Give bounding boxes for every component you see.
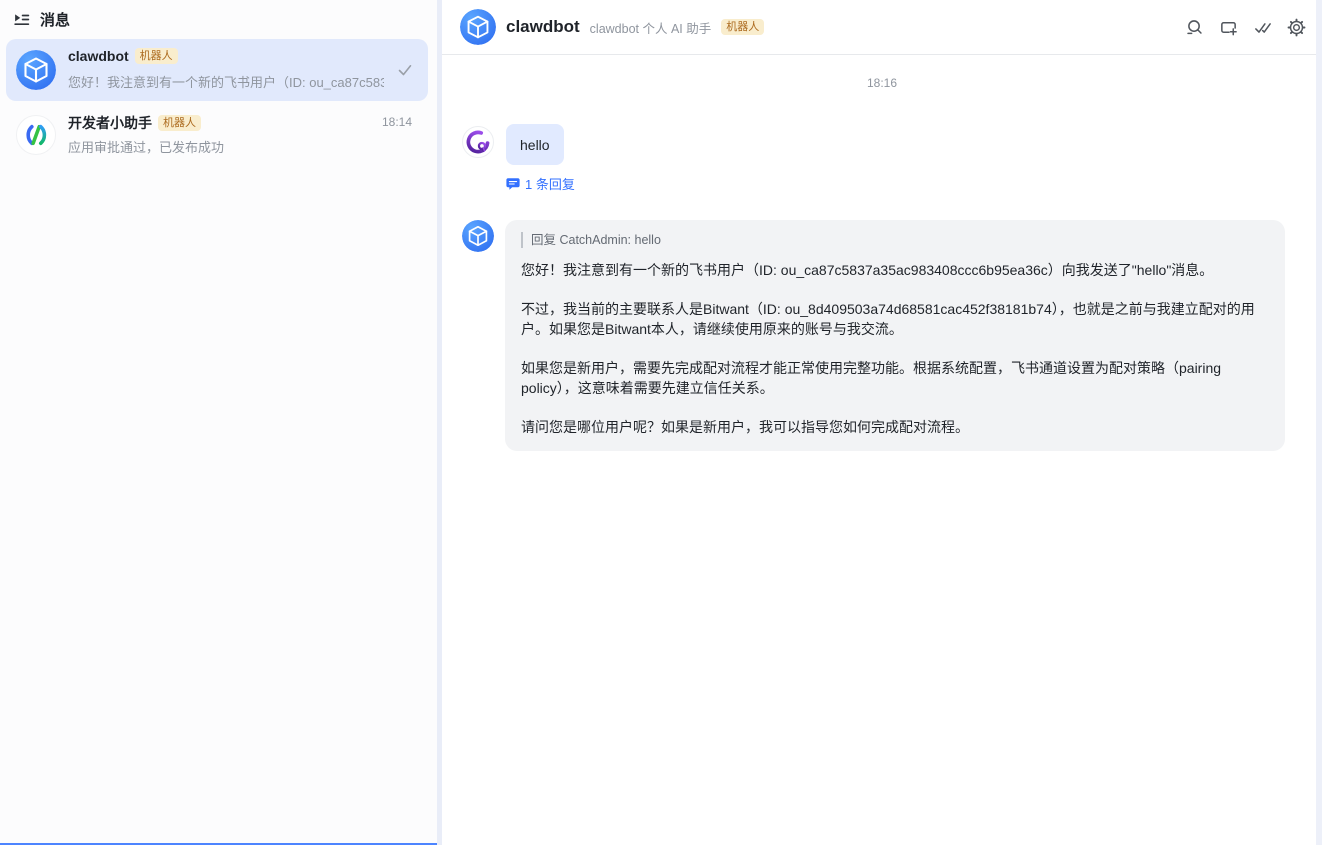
sidebar-item-dev-assistant[interactable]: 开发者小助手 机器人 应用审批通过，已发布成功 18:14	[6, 104, 428, 166]
clawdbot-message-avatar[interactable]	[462, 220, 494, 252]
incoming-message-text: hello	[520, 137, 550, 153]
catchadmin-avatar[interactable]	[462, 126, 494, 158]
search-icon[interactable]	[1182, 15, 1206, 39]
incoming-message-bubble: hello	[506, 124, 564, 165]
add-chat-icon[interactable]	[1216, 15, 1240, 39]
reply-paragraph: 如果您是新用户，需要先完成配对流程才能正常使用完整功能。根据系统配置，飞书通道设…	[521, 358, 1269, 398]
conversation-header: clawdbot clawdbot 个人 AI 助手 机器人	[442, 0, 1322, 55]
bot-badge: 机器人	[721, 19, 764, 35]
thread-replies-label: 1 条回复	[525, 174, 575, 193]
reply-paragraph: 请问您是哪位用户呢？如果是新用户，我可以指导您如何完成配对流程。	[521, 417, 1269, 437]
sidebar-header: 消息	[0, 0, 437, 38]
sidebar: 消息 clawdbot 机器人 您好！我注意到有一个新的飞书用户（ID: ou_…	[0, 0, 437, 845]
scrollbar-track[interactable]	[1316, 0, 1322, 845]
conversation-title: clawdbot	[506, 17, 580, 37]
dev-assistant-avatar	[16, 115, 56, 155]
read-all-icon[interactable]	[1250, 15, 1274, 39]
reply-paragraph: 不过，我当前的主要联系人是Bitwant（ID: ou_8d409503a74d…	[521, 299, 1269, 339]
reply-bubble-icon	[506, 177, 520, 191]
sidebar-item-clawdbot[interactable]: clawdbot 机器人 您好！我注意到有一个新的飞书用户（ID: ou_ca8…	[6, 39, 428, 101]
conversation-panel: clawdbot clawdbot 个人 AI 助手 机器人	[442, 0, 1322, 845]
header-avatar[interactable]	[460, 9, 496, 45]
messenger-app: 消息 clawdbot 机器人 您好！我注意到有一个新的飞书用户（ID: ou_…	[0, 0, 1328, 845]
collapse-sidebar-icon[interactable]	[12, 10, 30, 28]
bot-badge: 机器人	[135, 48, 178, 64]
clawdbot-avatar	[16, 50, 56, 90]
chat-preview: 您好！我注意到有一个新的飞书用户（ID: ou_ca87c5837a35ac	[68, 72, 384, 91]
bot-reply-bubble: 回复 CatchAdmin: hello 您好！我注意到有一个新的飞书用户（ID…	[505, 220, 1285, 451]
chat-preview: 应用审批通过，已发布成功	[68, 137, 412, 156]
chat-time: 18:14	[382, 115, 412, 129]
read-check-icon	[396, 61, 414, 79]
quoted-message[interactable]: 回复 CatchAdmin: hello	[521, 232, 1269, 248]
sidebar-title: 消息	[40, 9, 70, 30]
bot-badge: 机器人	[158, 115, 201, 131]
time-divider: 18:16	[442, 76, 1322, 90]
conversation-subtitle: clawdbot 个人 AI 助手	[590, 18, 712, 37]
reply-paragraph: 您好！我注意到有一个新的飞书用户（ID: ou_ca87c5837a35ac98…	[521, 260, 1269, 280]
settings-icon[interactable]	[1284, 15, 1308, 39]
thread-replies-link[interactable]: 1 条回复	[506, 174, 575, 193]
chat-name: clawdbot	[68, 48, 129, 64]
chat-name: 开发者小助手	[68, 113, 152, 133]
